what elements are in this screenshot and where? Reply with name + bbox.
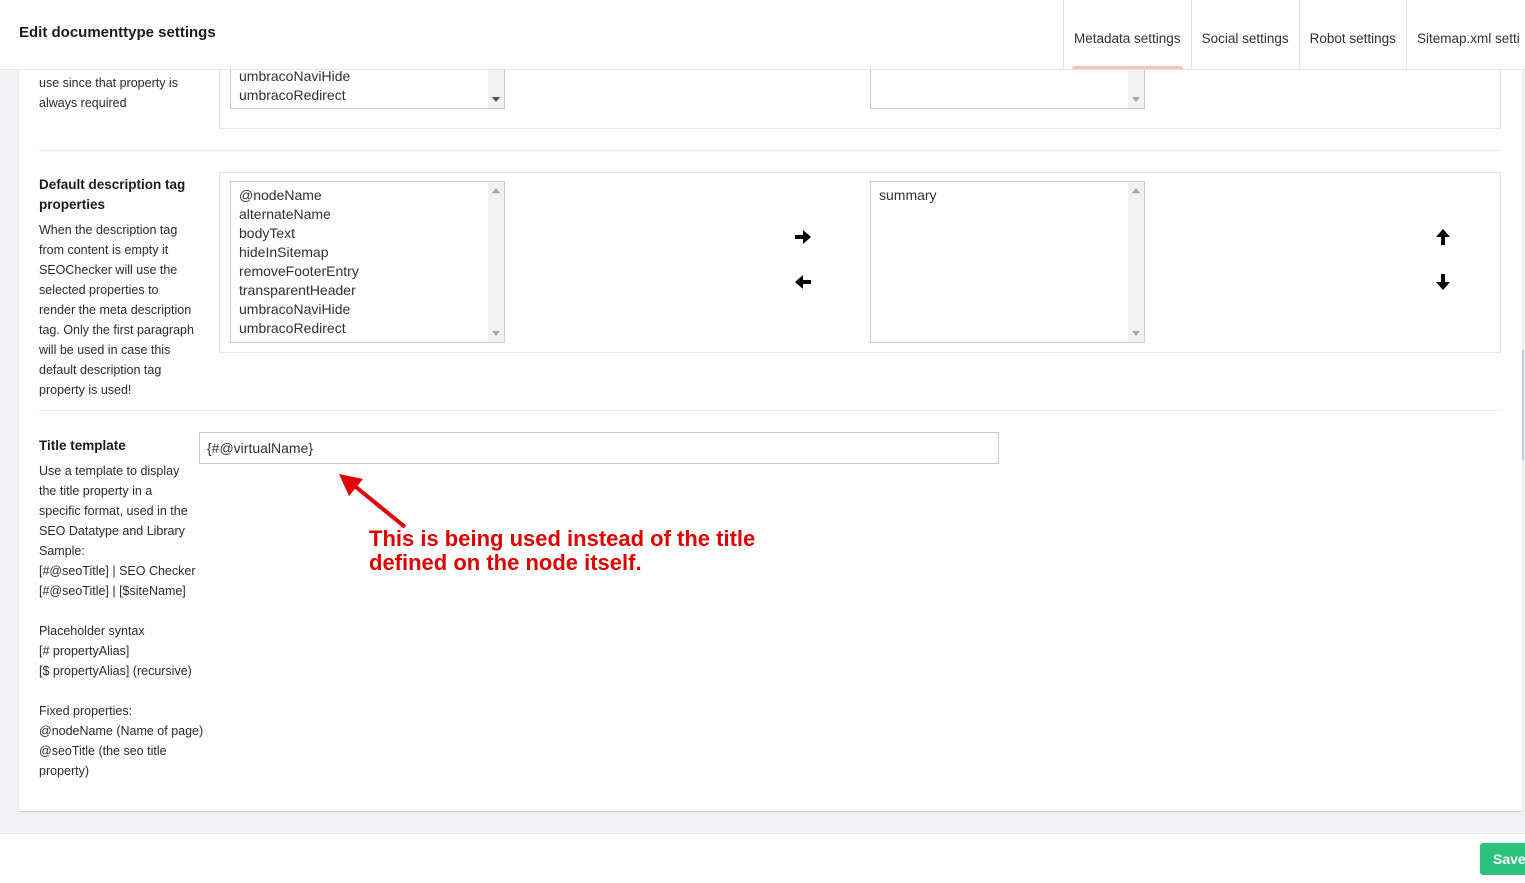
settings-panel: Name is a good property to use since tha… — [19, 69, 1522, 811]
scroll-indicator — [1522, 350, 1524, 460]
arrow-down-icon[interactable] — [1433, 272, 1453, 292]
title-template-label: Title template — [39, 438, 126, 453]
row-divider — [39, 150, 1502, 151]
tab-sitemap-settings[interactable]: Sitemap.xml setti — [1405, 0, 1525, 69]
list-scrollbar[interactable] — [1128, 182, 1144, 342]
list-item[interactable]: @nodeName — [239, 186, 359, 205]
list-item[interactable]: summary — [879, 186, 937, 205]
editor-header: Edit documenttype settings Metadata sett… — [0, 0, 1525, 70]
scroll-down-icon[interactable] — [492, 331, 500, 336]
scroll-down-icon[interactable] — [1132, 331, 1140, 336]
arrow-up-icon[interactable] — [1433, 227, 1453, 247]
list-item[interactable]: hideInSitemap — [239, 243, 359, 262]
list-item[interactable]: umbracoRedirect — [239, 86, 356, 105]
list-item[interactable]: umbracoNaviHide — [239, 300, 359, 319]
list-item[interactable]: umbracoRedirect — [239, 319, 359, 338]
editor-footer: Save — [0, 833, 1525, 883]
description-available-properties-list[interactable]: @nodeName alternateName bodyText hideInS… — [230, 181, 505, 343]
scroll-down-icon[interactable] — [1132, 97, 1140, 102]
description-properties-editor: @nodeName alternateName bodyText hideInS… — [219, 172, 1501, 353]
description-properties-description: When the description tag from content is… — [39, 223, 194, 397]
list-item[interactable]: removeFooterEntry — [239, 262, 359, 281]
title-selected-properties-list[interactable] — [870, 69, 1145, 109]
title-available-properties-list[interactable]: summary transparentHeader umbracoNaviHid… — [230, 69, 505, 109]
title-template-input[interactable]: {#@virtualName} — [199, 432, 999, 464]
title-properties-description: Name is a good property to use since tha… — [39, 69, 190, 110]
list-scrollbar[interactable] — [488, 182, 504, 342]
list-scrollbar[interactable] — [488, 69, 504, 108]
title-template-description: Use a template to display the title prop… — [39, 464, 204, 778]
tab-metadata-settings[interactable]: Metadata settings — [1063, 0, 1191, 69]
tab-robot-settings[interactable]: Robot settings — [1298, 0, 1406, 69]
list-item[interactable]: umbracoNaviHide — [239, 69, 356, 86]
arrow-right-icon[interactable] — [793, 227, 813, 247]
description-properties-label: Default description tag properties — [39, 177, 186, 212]
list-item[interactable]: alternateName — [239, 205, 359, 224]
tab-bar: Metadata settings Social settings Robot … — [1063, 0, 1525, 69]
scroll-down-icon[interactable] — [492, 97, 500, 102]
scroll-up-icon[interactable] — [1132, 188, 1140, 193]
save-button[interactable]: Save — [1480, 843, 1525, 875]
tab-social-settings[interactable]: Social settings — [1190, 0, 1299, 69]
list-item[interactable]: transparentHeader — [239, 281, 359, 300]
list-item[interactable]: bodyText — [239, 224, 359, 243]
scroll-up-icon[interactable] — [492, 188, 500, 193]
list-scrollbar[interactable] — [1128, 69, 1144, 108]
description-selected-properties-list[interactable]: summary — [870, 181, 1145, 343]
page-title: Edit documenttype settings — [19, 24, 216, 41]
title-properties-editor: summary transparentHeader umbracoNaviHid… — [219, 69, 1501, 129]
arrow-left-icon[interactable] — [793, 272, 813, 292]
row-divider — [39, 410, 1502, 411]
annotation-text: This is being used instead of the title … — [369, 526, 756, 575]
